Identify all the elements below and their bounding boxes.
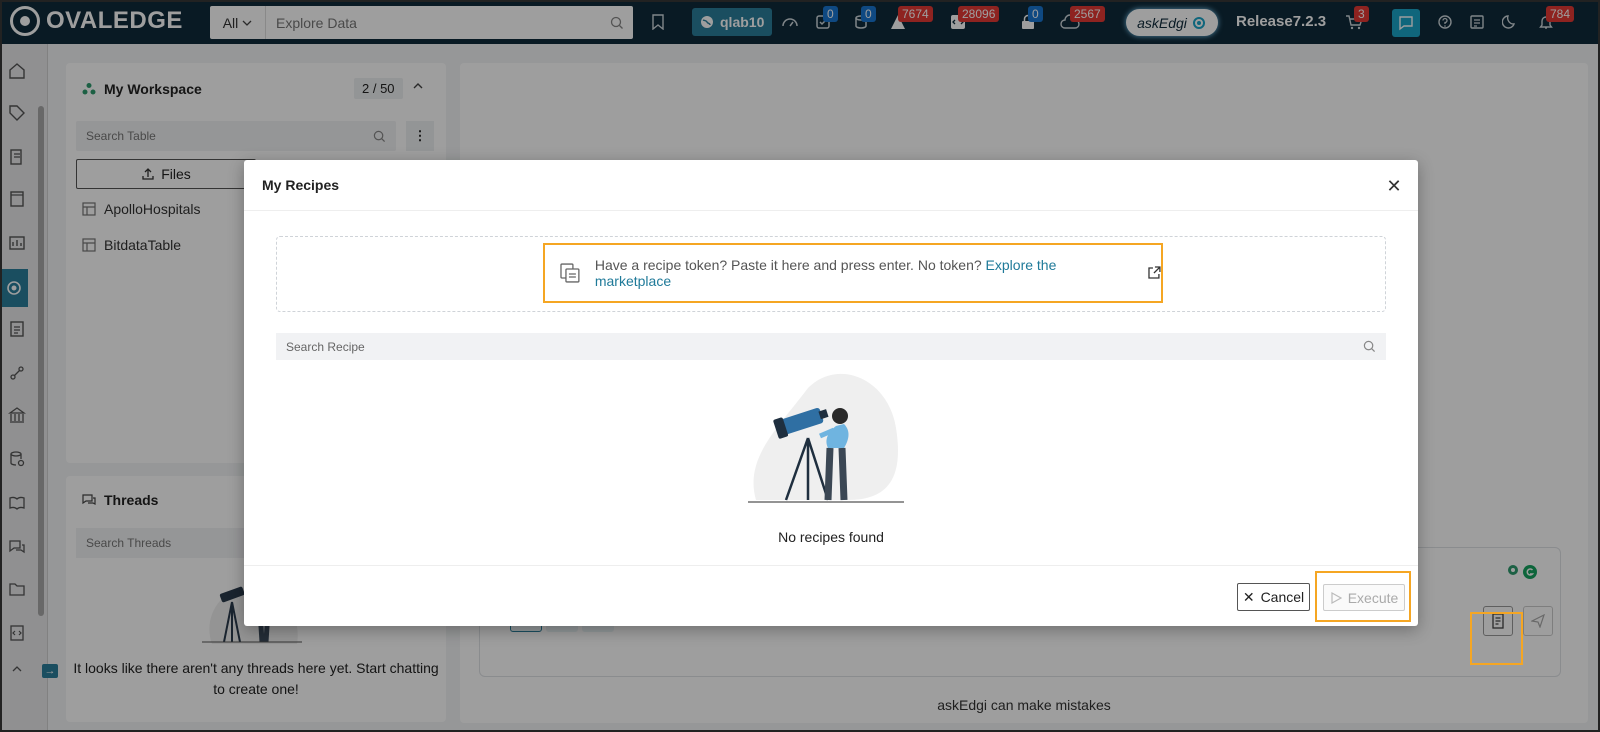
cancel-button[interactable]: ✕ Cancel [1237,583,1310,611]
execute-button[interactable]: Execute [1323,584,1405,611]
dialog-footer: ✕ Cancel Execute [244,565,1418,626]
recipe-button-highlight [1470,612,1523,665]
close-icon: ✕ [1242,588,1255,605]
play-icon [1331,591,1342,604]
my-recipes-dialog: My Recipes ✕ Have a recipe token? Paste … [244,160,1418,626]
paste-icon [560,263,580,283]
token-prompt-text: Have a recipe token? Paste it here and p… [594,257,982,273]
telescope-illustration [748,373,904,503]
dialog-divider [244,210,1418,211]
external-link-icon[interactable] [1147,266,1161,280]
close-icon[interactable]: ✕ [1384,176,1404,196]
cancel-button-label: Cancel [1260,589,1305,605]
recipe-search-placeholder: Search Recipe [286,339,365,354]
dialog-title: My Recipes [262,177,340,193]
search-icon [1363,340,1376,353]
execute-button-label: Execute [1347,589,1399,606]
recipe-token-dropzone[interactable]: Have a recipe token? Paste it here and p… [276,236,1386,312]
recipe-search-input[interactable]: Search Recipe [276,333,1386,360]
execute-button-highlight: Execute [1315,571,1411,622]
recipe-token-prompt: Have a recipe token? Paste it here and p… [543,243,1163,303]
no-recipes-message: No recipes found [778,529,884,545]
